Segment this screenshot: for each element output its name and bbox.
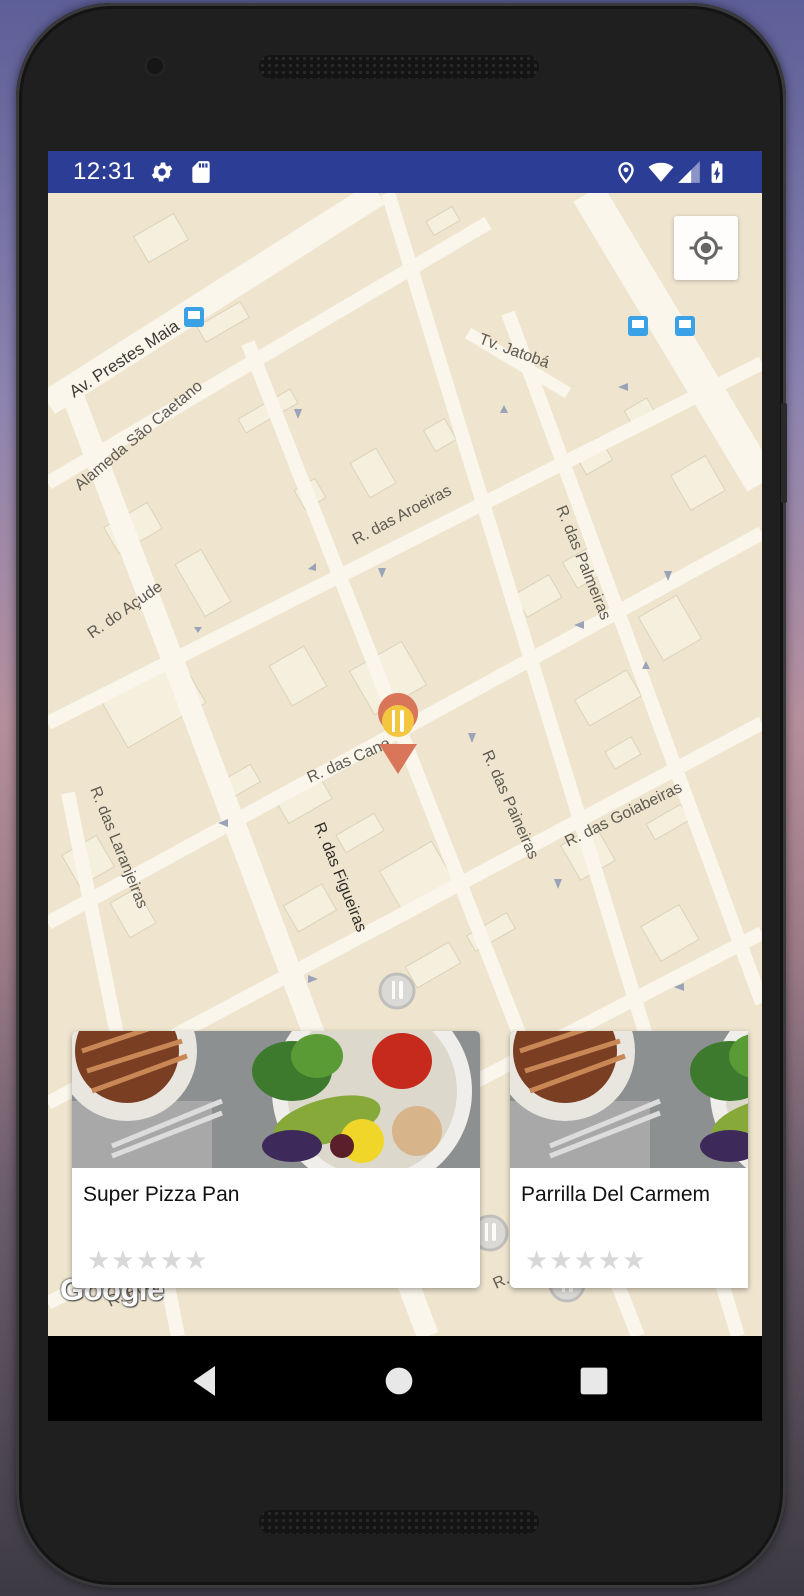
restaurant-card[interactable]: Parrilla Del Carmem ★★★★★ bbox=[510, 1031, 748, 1288]
restaurant-marker[interactable] bbox=[378, 972, 416, 1010]
card-title: Super Pizza Pan bbox=[83, 1183, 240, 1206]
restaurant-card[interactable]: Super Pizza Pan ★★★★★ bbox=[72, 1031, 480, 1288]
rating-stars: ★★★★★ bbox=[87, 1245, 209, 1275]
crosshair-icon bbox=[689, 231, 723, 265]
home-icon bbox=[385, 1367, 413, 1395]
bus-stop-icon bbox=[628, 316, 648, 336]
label-av-prestes-maia: Av. Prestes Maia bbox=[66, 316, 183, 401]
label-r-das-canelas: R. das Cane bbox=[305, 735, 393, 787]
signal-icon bbox=[678, 161, 700, 183]
home-button[interactable] bbox=[379, 1361, 419, 1401]
food-photo bbox=[510, 1031, 748, 1168]
bus-stop-icon bbox=[184, 307, 204, 327]
navigation-bar bbox=[48, 1337, 762, 1421]
front-camera bbox=[144, 55, 166, 77]
top-speaker bbox=[259, 55, 539, 79]
label-r-das-paineiras: R. das Paineiras bbox=[478, 748, 541, 862]
sd-card-icon bbox=[192, 161, 210, 183]
location-pin-icon bbox=[618, 162, 634, 184]
battery-charging-icon bbox=[711, 161, 723, 183]
back-icon bbox=[193, 1366, 215, 1396]
power-button bbox=[781, 403, 787, 503]
recents-button[interactable] bbox=[574, 1361, 614, 1401]
back-button[interactable] bbox=[185, 1361, 225, 1401]
status-time: 12:31 bbox=[73, 158, 136, 185]
rating-stars: ★★★★★ bbox=[525, 1245, 647, 1275]
card-title: Parrilla Del Carmem bbox=[521, 1183, 711, 1206]
bus-stop-icon bbox=[675, 316, 695, 336]
my-location-button[interactable] bbox=[674, 216, 738, 280]
wifi-icon bbox=[648, 162, 674, 182]
gear-icon bbox=[151, 162, 173, 182]
recents-icon bbox=[580, 1367, 608, 1395]
bottom-speaker bbox=[259, 1510, 539, 1534]
status-bar: 12:31 bbox=[48, 151, 762, 193]
food-photo bbox=[72, 1031, 480, 1168]
